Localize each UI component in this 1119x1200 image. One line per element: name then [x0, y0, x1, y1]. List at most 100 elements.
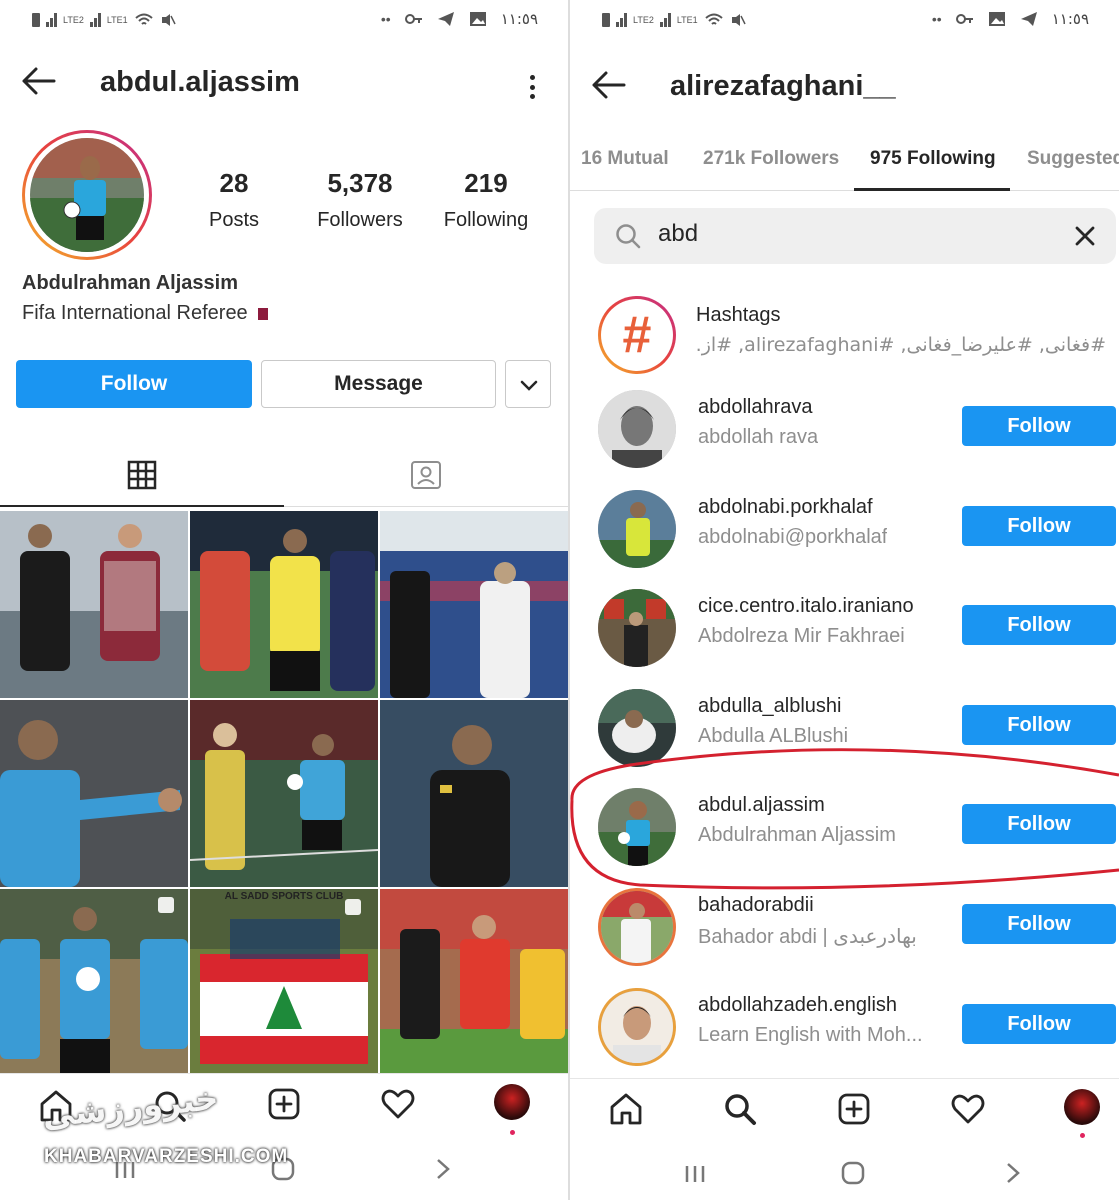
- list-item[interactable]: abdollahzadeh.english Learn English with…: [570, 982, 1119, 1072]
- posts-count: 28: [219, 168, 249, 198]
- user-avatar[interactable]: [598, 589, 676, 667]
- user-avatar[interactable]: [598, 390, 676, 468]
- follow-button[interactable]: Follow: [962, 506, 1116, 546]
- full-name: Abdulla ALBlushi: [698, 725, 849, 747]
- follow-button[interactable]: Follow: [962, 406, 1116, 446]
- following-count: 219: [464, 168, 508, 198]
- profile-tab-avatar[interactable]: [1064, 1089, 1100, 1125]
- activity-heart-icon[interactable]: [950, 1091, 986, 1127]
- followers-label: Followers: [317, 209, 403, 231]
- list-item[interactable]: abdolnabi.porkhalaf abdolnabi@porkhalaf …: [570, 484, 1119, 574]
- key-icon: [404, 14, 422, 24]
- search-bar[interactable]: [594, 208, 1116, 264]
- following-label: Following: [443, 209, 529, 231]
- home-icon[interactable]: [608, 1091, 644, 1127]
- post-grid: AL SADD SPORTS CLUB: [0, 511, 568, 1076]
- more-options-icon[interactable]: [526, 72, 538, 102]
- back-arrow-icon[interactable]: [590, 70, 626, 100]
- tab-suggested[interactable]: Suggested: [1027, 148, 1119, 170]
- user-avatar[interactable]: [598, 788, 676, 866]
- follow-button[interactable]: Follow: [962, 705, 1116, 745]
- profile-avatar[interactable]: [22, 130, 152, 260]
- back-nav-icon[interactable]: [1002, 1160, 1024, 1186]
- post-thumbnail[interactable]: [380, 511, 568, 698]
- posts-label: Posts: [208, 209, 260, 231]
- post-thumbnail[interactable]: [0, 700, 188, 887]
- new-post-icon[interactable]: [266, 1086, 302, 1122]
- follow-button[interactable]: Follow: [16, 360, 252, 408]
- telegram-icon: [1020, 12, 1037, 26]
- signal-icon: [46, 13, 57, 27]
- user-avatar[interactable]: [598, 490, 676, 568]
- network-label: LTE2: [633, 14, 654, 25]
- list-item[interactable]: abdollahrava abdollah rava Follow: [570, 384, 1119, 474]
- username: abdulla_alblushi: [698, 695, 842, 717]
- post-thumbnail[interactable]: [0, 889, 188, 1076]
- screenshot-collage: LTE2 LTE1 •• ١١:٥٩ abdul.aljassim 28 Pos…: [0, 0, 1119, 1200]
- key-icon: [955, 14, 973, 24]
- gallery-icon: [988, 12, 1005, 26]
- gallery-icon: [469, 12, 486, 26]
- post-thumbnail[interactable]: AL SADD SPORTS CLUB: [190, 889, 378, 1076]
- bio-full-name: Abdulrahman Aljassim: [22, 272, 238, 294]
- suggested-dropdown-button[interactable]: [505, 360, 551, 408]
- user-avatar[interactable]: [598, 888, 676, 966]
- full-name: Abdolreza Mir Fakhraei: [698, 625, 905, 647]
- username: abdul.aljassim: [698, 794, 825, 816]
- post-thumbnail[interactable]: [0, 511, 188, 698]
- notification-dot: [510, 1130, 515, 1135]
- hashtags-title[interactable]: Hashtags: [696, 304, 781, 327]
- post-thumbnail[interactable]: [190, 700, 378, 887]
- following-list-screen: LTE2 LTE1 •• ١١:٥٩ alirezafaghani__ 16 M…: [570, 0, 1119, 1200]
- user-avatar[interactable]: [598, 689, 676, 767]
- post-thumbnail[interactable]: [380, 700, 568, 887]
- list-item[interactable]: abdul.aljassim Abdulrahman Aljassim Foll…: [570, 782, 1119, 872]
- profile-screen: LTE2 LTE1 •• ١١:٥٩ abdul.aljassim 28 Pos…: [0, 0, 568, 1200]
- posts-stat[interactable]: 28 Posts: [174, 168, 294, 232]
- tagged-icon[interactable]: [410, 458, 442, 490]
- tab-mutual[interactable]: 16 Mutual: [581, 148, 669, 170]
- follow-button[interactable]: Follow: [962, 904, 1116, 944]
- following-stat[interactable]: 219 Following: [426, 168, 546, 232]
- search-icon[interactable]: [722, 1091, 758, 1127]
- message-button[interactable]: Message: [261, 360, 496, 408]
- new-post-icon[interactable]: [836, 1091, 872, 1127]
- search-input[interactable]: [658, 220, 1038, 248]
- signal-icon: [89, 13, 101, 27]
- chevron-down-icon: [520, 380, 538, 391]
- follow-button[interactable]: Follow: [962, 605, 1116, 645]
- followers-stat[interactable]: 5,378 Followers: [300, 168, 420, 232]
- recent-apps-icon[interactable]: [682, 1162, 708, 1186]
- list-item[interactable]: bahadorabdii Bahador abdi | بهادرعبدی Fo…: [570, 882, 1119, 972]
- full-name: abdolnabi@porkhalaf: [698, 526, 888, 548]
- bottom-navigation: [570, 1078, 1119, 1158]
- signal-icon: [616, 13, 627, 27]
- bio-text: Fifa International Referee: [22, 302, 248, 324]
- back-arrow-icon[interactable]: [20, 66, 56, 96]
- back-nav-icon[interactable]: [432, 1156, 454, 1182]
- activity-heart-icon[interactable]: [380, 1086, 416, 1122]
- wifi-icon: [135, 13, 153, 25]
- watermark-text: KHABARVARZESHI.COM: [44, 1146, 289, 1167]
- grid-icon[interactable]: [127, 460, 157, 490]
- home-button-icon[interactable]: [840, 1160, 866, 1186]
- wifi-icon: [705, 13, 723, 25]
- tab-followers[interactable]: 271k Followers: [703, 148, 839, 170]
- list-item[interactable]: cice.centro.italo.iraniano Abdolreza Mir…: [570, 583, 1119, 673]
- hashtag-avatar[interactable]: #: [598, 296, 676, 374]
- telegram-icon: [437, 12, 454, 26]
- full-name: Learn English with Moh...: [698, 1024, 923, 1046]
- tab-following[interactable]: 975 Following: [870, 148, 996, 170]
- clear-search-icon[interactable]: [1072, 223, 1098, 249]
- post-thumbnail[interactable]: [190, 511, 378, 698]
- profile-tab-avatar[interactable]: [494, 1084, 530, 1120]
- follow-button[interactable]: Follow: [962, 804, 1116, 844]
- status-bar: LTE2 LTE1 •• ١١:٥٩: [0, 8, 568, 34]
- network-label: LTE1: [106, 14, 128, 25]
- post-thumbnail[interactable]: [380, 889, 568, 1076]
- user-avatar[interactable]: [598, 988, 676, 1066]
- follow-button[interactable]: Follow: [962, 1004, 1116, 1044]
- network-label: LTE1: [676, 14, 698, 25]
- list-item[interactable]: abdulla_alblushi Abdulla ALBlushi Follow: [570, 683, 1119, 773]
- search-icon: [616, 224, 641, 249]
